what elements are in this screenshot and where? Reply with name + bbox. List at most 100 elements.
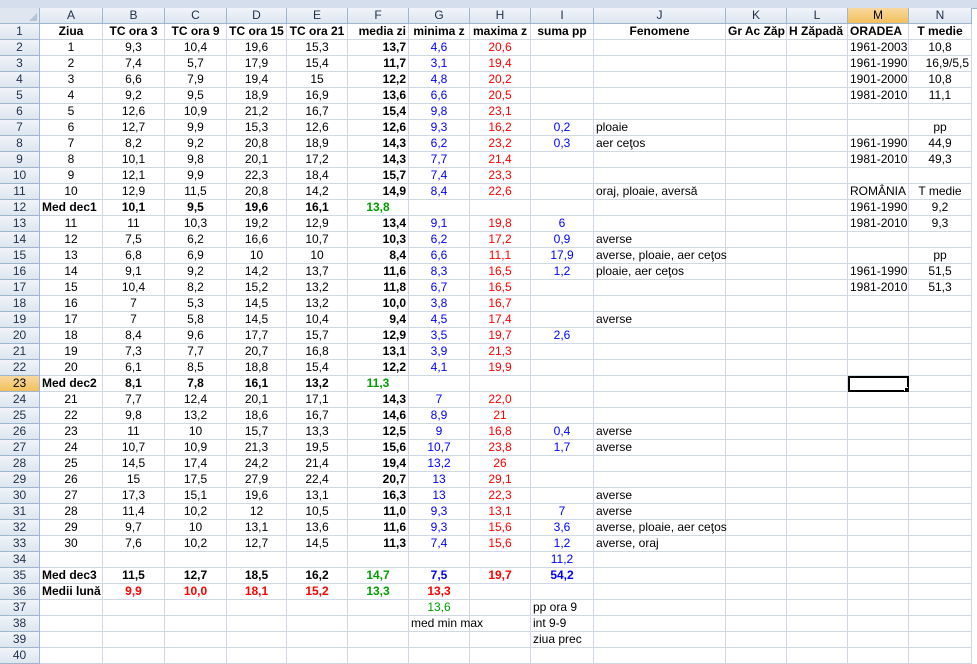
cell-m34[interactable] — [848, 552, 909, 568]
cell-i37[interactable]: pp ora 9 — [531, 600, 594, 616]
cell-m36[interactable] — [848, 584, 909, 600]
cell-a23[interactable]: Med dec2 — [40, 376, 103, 392]
cell-k32[interactable] — [726, 520, 787, 536]
cell-n18[interactable] — [909, 296, 972, 312]
cell-i40[interactable] — [531, 648, 594, 664]
cell-g37[interactable]: 13,6 — [409, 600, 470, 616]
row-header-20[interactable]: 20 — [0, 328, 40, 344]
cell-j18[interactable] — [594, 296, 726, 312]
cell-l20[interactable] — [787, 328, 848, 344]
cell-m33[interactable] — [848, 536, 909, 552]
cell-l39[interactable] — [787, 632, 848, 648]
cell-k25[interactable] — [726, 408, 787, 424]
cell-b31[interactable]: 11,4 — [103, 504, 165, 520]
cell-e14[interactable]: 10,7 — [287, 232, 348, 248]
cell-h7[interactable]: 16,2 — [470, 120, 531, 136]
cell-n40[interactable] — [909, 648, 972, 664]
cell-g1[interactable]: minima z — [409, 24, 470, 40]
cell-k20[interactable] — [726, 328, 787, 344]
cell-i32[interactable]: 3,6 — [531, 520, 594, 536]
cell-g7[interactable]: 9,3 — [409, 120, 470, 136]
cell-i35[interactable]: 54,2 — [531, 568, 594, 584]
row-header-33[interactable]: 33 — [0, 536, 40, 552]
cell-m23[interactable] — [848, 376, 909, 392]
cell-l13[interactable] — [787, 216, 848, 232]
cell-c30[interactable]: 15,1 — [165, 488, 227, 504]
column-header-k[interactable]: K — [726, 8, 787, 24]
cell-c28[interactable]: 17,4 — [165, 456, 227, 472]
cell-l33[interactable] — [787, 536, 848, 552]
cell-m9[interactable]: 1981-2010 — [848, 152, 909, 168]
column-header-h[interactable]: H — [470, 8, 531, 24]
cell-i24[interactable] — [531, 392, 594, 408]
cell-l34[interactable] — [787, 552, 848, 568]
cell-h21[interactable]: 21,3 — [470, 344, 531, 360]
cell-a29[interactable]: 26 — [40, 472, 103, 488]
cell-b11[interactable]: 12,9 — [103, 184, 165, 200]
row-header-31[interactable]: 31 — [0, 504, 40, 520]
cell-e21[interactable]: 16,8 — [287, 344, 348, 360]
cell-b30[interactable]: 17,3 — [103, 488, 165, 504]
cell-d19[interactable]: 14,5 — [227, 312, 287, 328]
cell-k35[interactable] — [726, 568, 787, 584]
cell-b16[interactable]: 9,1 — [103, 264, 165, 280]
cell-l21[interactable] — [787, 344, 848, 360]
cell-e31[interactable]: 10,5 — [287, 504, 348, 520]
cell-h8[interactable]: 23,2 — [470, 136, 531, 152]
cell-d23[interactable]: 16,1 — [227, 376, 287, 392]
cell-i25[interactable] — [531, 408, 594, 424]
cell-a19[interactable]: 17 — [40, 312, 103, 328]
cell-i7[interactable]: 0,2 — [531, 120, 594, 136]
cell-e39[interactable] — [287, 632, 348, 648]
cell-m32[interactable] — [848, 520, 909, 536]
cell-e16[interactable]: 13,7 — [287, 264, 348, 280]
cell-f15[interactable]: 8,4 — [348, 248, 409, 264]
cell-h16[interactable]: 16,5 — [470, 264, 531, 280]
cell-d5[interactable]: 18,9 — [227, 88, 287, 104]
column-header-g[interactable]: G — [409, 8, 470, 24]
cell-i39[interactable]: ziua prec — [531, 632, 594, 648]
cell-e33[interactable]: 14,5 — [287, 536, 348, 552]
cell-n11[interactable]: T medie — [909, 184, 972, 200]
row-header-17[interactable]: 17 — [0, 280, 40, 296]
cell-e19[interactable]: 10,4 — [287, 312, 348, 328]
cell-e13[interactable]: 12,9 — [287, 216, 348, 232]
row-header-21[interactable]: 21 — [0, 344, 40, 360]
cell-m6[interactable] — [848, 104, 909, 120]
cell-j11[interactable]: oraj, ploaie, aversă — [594, 184, 726, 200]
cell-k27[interactable] — [726, 440, 787, 456]
cell-e20[interactable]: 15,7 — [287, 328, 348, 344]
cell-d8[interactable]: 20,8 — [227, 136, 287, 152]
cell-i18[interactable] — [531, 296, 594, 312]
cell-g32[interactable]: 9,3 — [409, 520, 470, 536]
row-header-16[interactable]: 16 — [0, 264, 40, 280]
cell-j31[interactable]: averse — [594, 504, 726, 520]
cell-k28[interactable] — [726, 456, 787, 472]
cell-k39[interactable] — [726, 632, 787, 648]
cell-e23[interactable]: 13,2 — [287, 376, 348, 392]
cell-b5[interactable]: 9,2 — [103, 88, 165, 104]
cell-i6[interactable] — [531, 104, 594, 120]
column-header-a[interactable]: A — [40, 8, 103, 24]
cell-i17[interactable] — [531, 280, 594, 296]
cell-e3[interactable]: 15,4 — [287, 56, 348, 72]
cell-j32[interactable]: averse, ploaie, aer ceţos — [594, 520, 727, 536]
column-header-e[interactable]: E — [287, 8, 348, 24]
cell-m11[interactable]: ROMÂNIA — [848, 184, 909, 200]
cell-l29[interactable] — [787, 472, 848, 488]
cell-e26[interactable]: 13,3 — [287, 424, 348, 440]
cell-n16[interactable]: 51,5 — [909, 264, 972, 280]
cell-i33[interactable]: 1,2 — [531, 536, 594, 552]
cell-e24[interactable]: 17,1 — [287, 392, 348, 408]
cell-b37[interactable] — [103, 600, 165, 616]
cell-k18[interactable] — [726, 296, 787, 312]
cell-k37[interactable] — [726, 600, 787, 616]
cell-e7[interactable]: 12,6 — [287, 120, 348, 136]
cell-c31[interactable]: 10,2 — [165, 504, 227, 520]
cell-d17[interactable]: 15,2 — [227, 280, 287, 296]
cell-m17[interactable]: 1981-2010 — [848, 280, 909, 296]
cell-d22[interactable]: 18,8 — [227, 360, 287, 376]
row-header-34[interactable]: 34 — [0, 552, 40, 568]
cell-i38[interactable]: int 9-9 — [531, 616, 594, 632]
cell-b25[interactable]: 9,8 — [103, 408, 165, 424]
